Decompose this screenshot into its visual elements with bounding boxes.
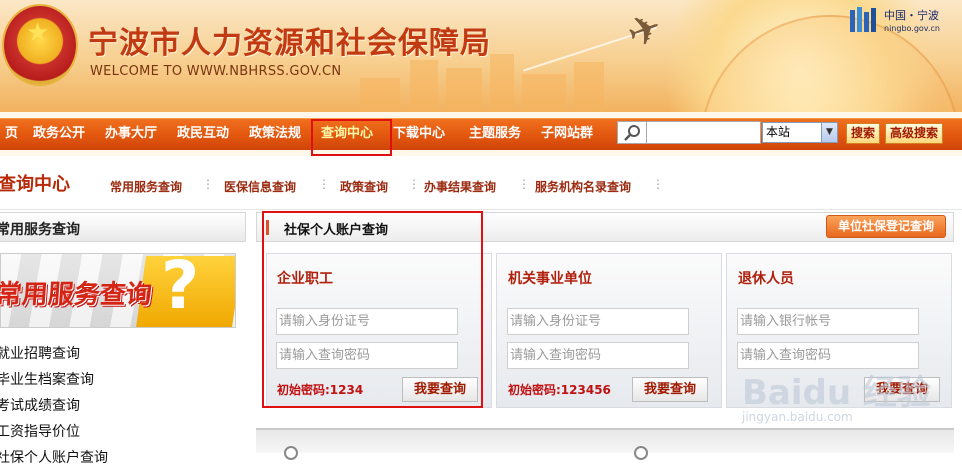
nav-item-government-affairs[interactable]: 政务公开	[33, 118, 85, 150]
left-link-jobs[interactable]: 就业招聘查询	[0, 343, 80, 363]
nav-item-policies[interactable]: 政策法规	[249, 118, 301, 150]
bank-account-field[interactable]: 请输入银行帐号	[737, 308, 919, 335]
card-title: 机关事业单位	[508, 271, 592, 287]
circle-icon	[634, 446, 648, 460]
ningbo-logo-icon[interactable]	[848, 4, 878, 36]
city-building	[410, 60, 438, 112]
unit-registration-query-button[interactable]: 单位社保登记查询	[826, 215, 946, 238]
search-icon[interactable]	[617, 121, 647, 144]
left-panel	[0, 210, 246, 453]
id-number-field[interactable]: 请输入身份证号	[507, 308, 689, 335]
search-button[interactable]: 搜索	[846, 123, 880, 144]
nav-item-downloads[interactable]: 下载中心	[393, 118, 445, 150]
subnav-separator: ⋮	[318, 177, 330, 191]
city-building	[490, 54, 514, 112]
city-building	[522, 74, 566, 112]
subnav-link-institutions[interactable]: 服务机构名录查询	[535, 178, 631, 195]
left-link-social-security[interactable]: 社保个人账户查询	[0, 447, 108, 467]
left-link-graduate-archives[interactable]: 毕业生档案查询	[0, 369, 94, 389]
question-mark-icon: ?	[161, 253, 200, 324]
card-title: 退休人员	[738, 271, 794, 287]
city-building	[446, 68, 482, 112]
advanced-search-button[interactable]: 高级搜索	[885, 123, 943, 144]
nav-item-home[interactable]: 页	[5, 118, 18, 150]
search-input[interactable]	[647, 121, 761, 144]
subnav-link-results[interactable]: 办事结果查询	[424, 178, 496, 195]
nav-item-interaction[interactable]: 政民互动	[177, 118, 229, 150]
section-title: 查询中心	[0, 174, 70, 195]
city-building	[360, 78, 400, 112]
national-emblem-logo: ★	[4, 6, 76, 84]
chevron-down-icon[interactable]: ▼	[821, 123, 837, 142]
baidu-watermark: Baidu 经验	[742, 373, 931, 413]
left-link-exam-scores[interactable]: 考试成绩查询	[0, 395, 80, 415]
partner-url[interactable]: ningbo.gov.cn	[884, 24, 940, 33]
site-subtitle: WELCOME TO WWW.NBHRSS.GOV.CN	[90, 64, 342, 79]
subnav-link-medical[interactable]: 医保信息查询	[224, 178, 296, 195]
partner-name[interactable]: 中国・宁波	[884, 7, 939, 23]
highlight-box-nav	[311, 119, 392, 156]
subnav-link-policy[interactable]: 政策查询	[340, 178, 388, 195]
initial-password-hint: 初始密码:123456	[508, 383, 611, 397]
subnav-separator: ⋮	[518, 177, 530, 191]
circle-icon	[284, 446, 298, 460]
highlight-box-card	[262, 211, 483, 408]
search-scope-select[interactable]: 本站 ▼	[762, 122, 838, 143]
password-field[interactable]: 请输入查询密码	[507, 342, 689, 369]
left-link-wage-guide[interactable]: 工资指导价位	[0, 421, 80, 441]
nav-item-service-hall[interactable]: 办事大厅	[105, 118, 157, 150]
subnav-separator: ⋮	[408, 177, 420, 191]
left-panel-title: 常用服务查询	[0, 222, 80, 238]
nav-item-subsites[interactable]: 子网站群	[541, 118, 593, 150]
query-button[interactable]: 我要查询	[632, 377, 708, 402]
nav-item-topics[interactable]: 主题服务	[469, 118, 521, 150]
subnav-separator: ⋮	[652, 177, 664, 191]
promo-text: 常用服务查询	[0, 280, 153, 310]
bottom-section-header	[256, 428, 954, 453]
city-building	[574, 62, 604, 112]
watermark-url: jingyan.baidu.com	[742, 410, 853, 424]
subnav-separator: ⋮	[202, 177, 214, 191]
search-scope-value: 本站	[766, 125, 791, 139]
site-title: 宁波市人力资源和社会保障局	[88, 26, 491, 61]
subnav-link-common[interactable]: 常用服务查询	[110, 178, 182, 195]
